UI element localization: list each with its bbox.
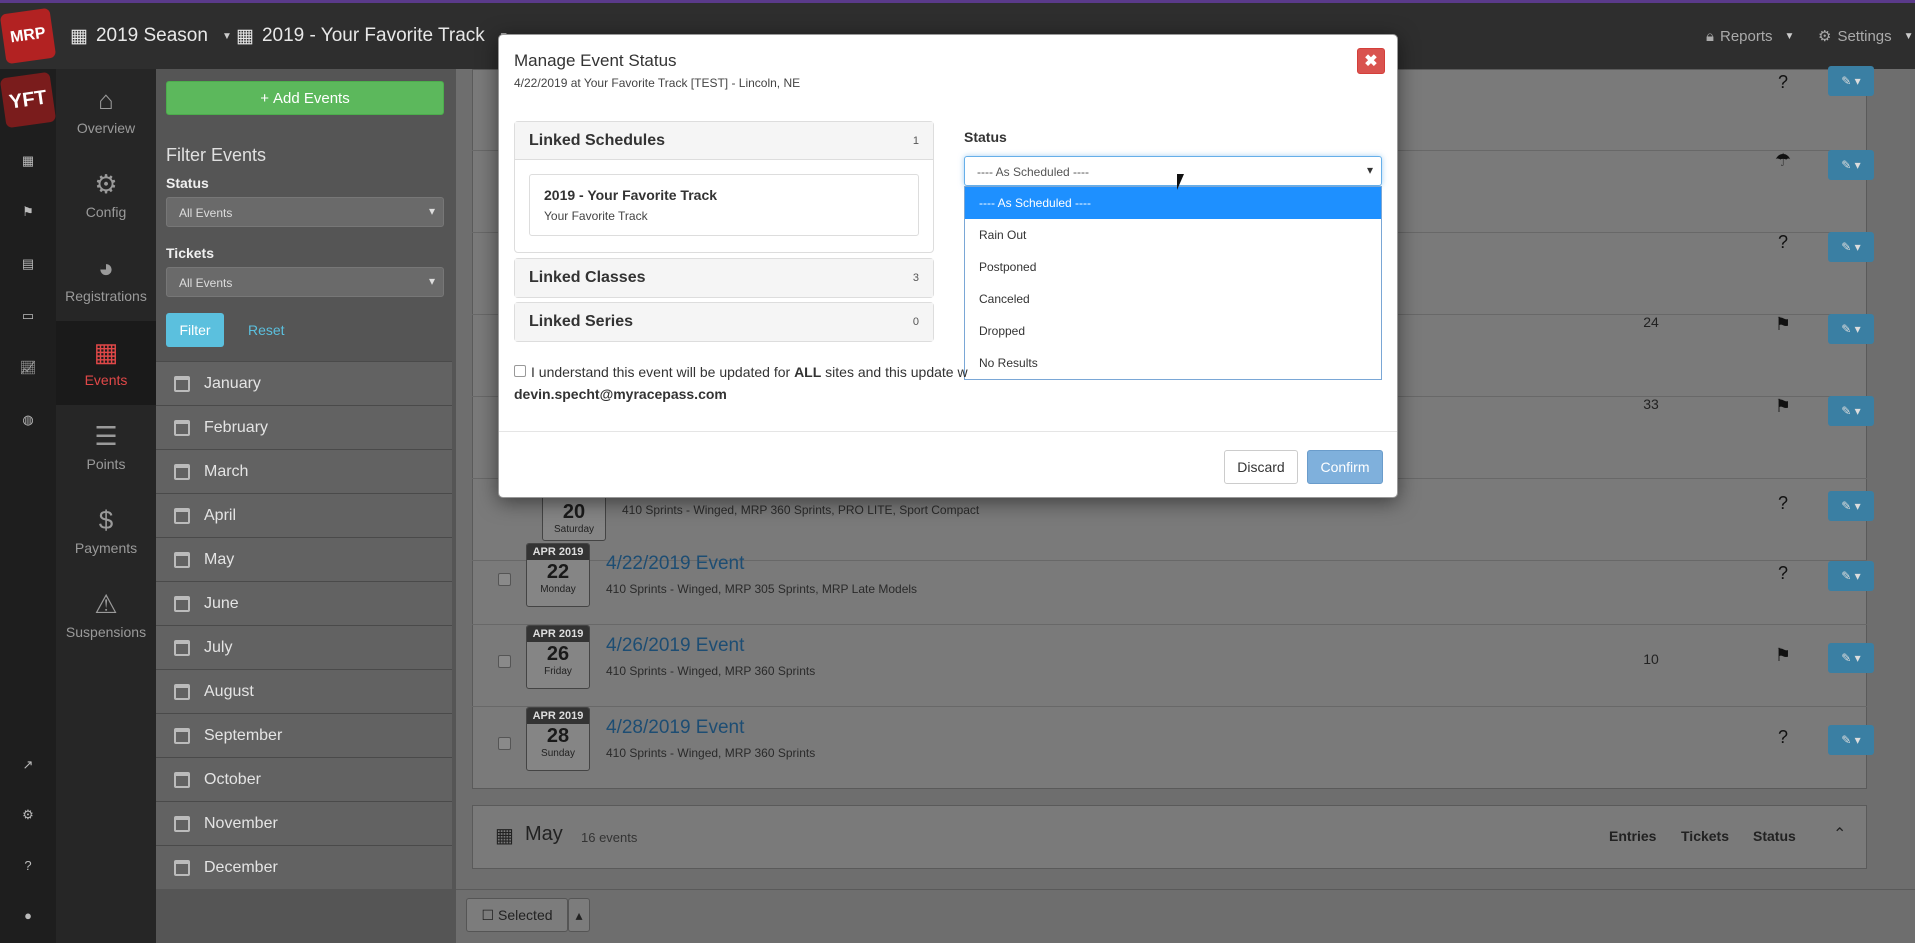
schedule-card: 2019 - Your Favorite Track Your Favorite… — [529, 174, 919, 236]
mouse-cursor-icon — [1177, 174, 1184, 190]
discard-button[interactable]: Discard — [1224, 450, 1298, 484]
status-dropdown-list: ---- As Scheduled ---- Rain Out Postpone… — [964, 186, 1382, 380]
manage-event-status-modal: Manage Event Status 4/22/2019 at Your Fa… — [498, 34, 1398, 498]
status-option-postponed[interactable]: Postponed — [965, 251, 1381, 283]
linked-schedules-label: Linked Schedules — [529, 131, 666, 149]
modal-title: Manage Event Status — [514, 51, 677, 70]
acknowledge-text-before: I understand this event will be updated … — [531, 364, 795, 380]
linked-classes-count: 3 — [912, 272, 919, 284]
linked-classes-label: Linked Classes — [529, 269, 646, 286]
status-option-no-results[interactable]: No Results — [965, 347, 1381, 379]
linked-schedules-header[interactable]: Linked Schedules 1 — [515, 122, 933, 160]
linked-series-panel[interactable]: Linked Series 0 — [514, 302, 934, 342]
close-button[interactable]: ✖ — [1357, 48, 1385, 74]
status-option-as-scheduled[interactable]: ---- As Scheduled ---- — [965, 187, 1381, 219]
modal-subtitle: 4/22/2019 at Your Favorite Track [TEST] … — [514, 76, 801, 90]
linked-classes-header[interactable]: Linked Classes 3 — [515, 259, 933, 297]
acknowledge-text: I understand this event will be updated … — [531, 364, 968, 380]
linked-schedules-panel: Linked Schedules 1 2019 - Your Favorite … — [514, 121, 934, 253]
linked-series-count: 0 — [912, 316, 919, 328]
linked-schedules-count: 1 — [912, 134, 919, 147]
user-email: devin.specht@myracepass.com — [514, 386, 727, 402]
acknowledge-checkbox[interactable] — [514, 365, 526, 377]
status-label: Status — [964, 129, 1007, 145]
linked-series-label: Linked Series — [529, 313, 634, 330]
modal-footer-divider — [499, 431, 1397, 432]
schedule-title: 2019 - Your Favorite Track — [544, 187, 718, 203]
schedule-subtitle: Your Favorite Track — [544, 209, 648, 223]
confirm-button[interactable]: Confirm — [1307, 450, 1383, 484]
linked-classes-panel[interactable]: Linked Classes 3 — [514, 258, 934, 298]
status-option-canceled[interactable]: Canceled — [965, 283, 1381, 315]
status-select[interactable]: ---- As Scheduled ---- — [964, 156, 1382, 186]
acknowledge-text-bold: ALL — [794, 364, 822, 380]
acknowledge-text-after: sites and this update w — [821, 364, 968, 380]
linked-series-header[interactable]: Linked Series 0 — [515, 303, 933, 341]
status-option-rain-out[interactable]: Rain Out — [965, 219, 1381, 251]
status-option-dropped[interactable]: Dropped — [965, 315, 1381, 347]
